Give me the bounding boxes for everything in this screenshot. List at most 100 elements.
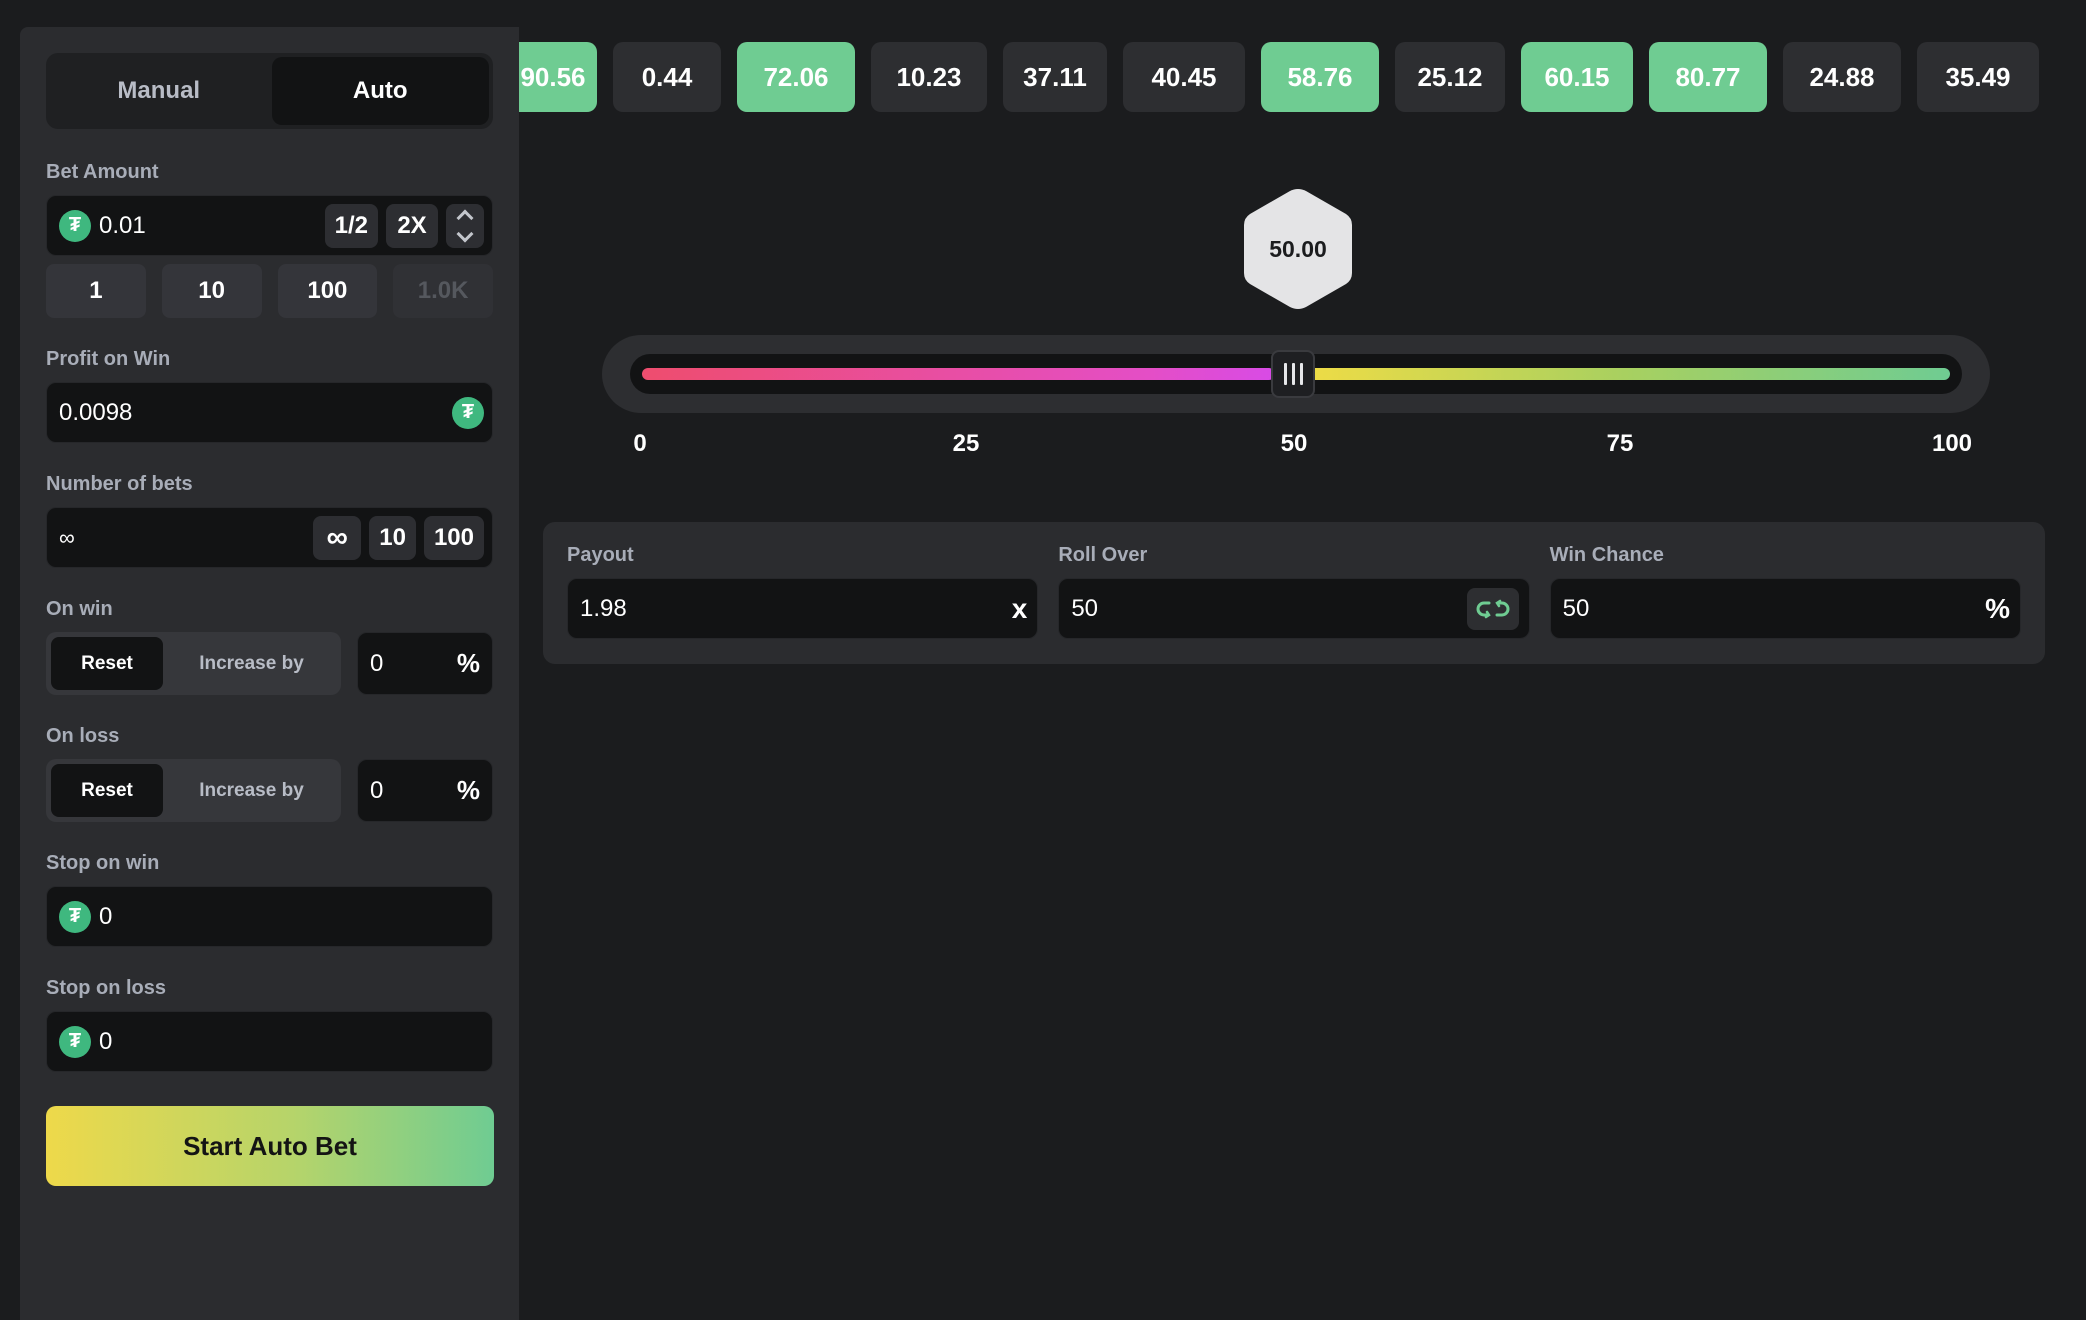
percent-sign: % bbox=[456, 775, 480, 805]
payout-field: 1.98 x bbox=[567, 578, 1039, 639]
stop-on-win-label: Stop on win bbox=[46, 852, 160, 874]
on-win-percent-field: 0 % bbox=[357, 632, 493, 695]
tick-label: 0 bbox=[633, 430, 647, 457]
on-win-mode: Reset Increase by bbox=[46, 632, 341, 695]
stop-on-win-input[interactable]: 0 bbox=[99, 903, 484, 931]
tether-coin-icon bbox=[59, 209, 91, 242]
on-loss-controls: Reset Increase by 0 % bbox=[46, 759, 493, 822]
bet-preset-1k[interactable]: 1.0K bbox=[393, 264, 493, 318]
bet-amount-label: Bet Amount bbox=[46, 161, 159, 183]
tether-coin-icon bbox=[59, 900, 91, 933]
percent-sign: % bbox=[456, 648, 480, 678]
mode-switch: Manual Auto bbox=[46, 53, 493, 129]
profit-on-win-value: 0.0098 bbox=[59, 398, 133, 426]
infinity-bets-button[interactable]: ∞ bbox=[313, 515, 362, 560]
grip-line bbox=[1299, 363, 1303, 385]
roll-over-group: Roll Over 50 bbox=[1058, 544, 1530, 642]
on-win-controls: Reset Increase by 0 % bbox=[46, 632, 493, 695]
win-chance-group: Win Chance 50 % bbox=[1549, 544, 2021, 642]
bet-preset-1[interactable]: 1 bbox=[46, 264, 146, 318]
roll-over-input[interactable]: 50 bbox=[1071, 595, 1466, 623]
win-chance-input[interactable]: 50 bbox=[1563, 595, 1985, 623]
on-loss-percent-input[interactable]: 0 bbox=[370, 777, 457, 805]
stop-on-loss-input[interactable]: 0 bbox=[99, 1028, 484, 1056]
payout-input[interactable]: 1.98 bbox=[580, 595, 1012, 623]
tick-label: 75 bbox=[1606, 430, 1634, 457]
result-chip[interactable]: 24.88 bbox=[1783, 42, 1901, 112]
tab-manual[interactable]: Manual bbox=[50, 57, 268, 125]
number-of-bets-input[interactable]: ∞ bbox=[59, 525, 305, 551]
tick-label: 100 bbox=[1931, 430, 1973, 457]
bet-presets: 1 10 100 1.0K bbox=[46, 264, 493, 318]
result-chip[interactable]: 80.77 bbox=[1649, 42, 1767, 112]
on-loss-reset-button[interactable]: Reset bbox=[51, 764, 163, 817]
roll-slider bbox=[602, 335, 1990, 413]
on-loss-percent-field: 0 % bbox=[357, 759, 493, 822]
lose-range bbox=[642, 368, 1275, 380]
bet-amount-input[interactable]: 0.01 bbox=[99, 212, 317, 240]
bets-preset-100[interactable]: 100 bbox=[423, 515, 484, 560]
result-chip[interactable]: 58.76 bbox=[1261, 42, 1379, 112]
payout-label: Payout bbox=[567, 544, 634, 566]
recent-results-track: 90.56 0.44 72.06 10.23 37.11 40.45 58.76 25.12 6… bbox=[519, 42, 2039, 112]
swap-roll-button[interactable] bbox=[1466, 587, 1519, 630]
stop-on-loss-label: Stop on loss bbox=[46, 977, 166, 999]
result-value: 50.00 bbox=[1269, 235, 1327, 262]
on-win-reset-button[interactable]: Reset bbox=[51, 637, 163, 690]
bet-params-panel: Payout 1.98 x Roll Over 50 Win Chance 50… bbox=[543, 522, 2045, 664]
profit-on-win-label: Profit on Win bbox=[46, 348, 171, 370]
on-loss-label: On loss bbox=[46, 725, 120, 747]
bets-preset-10[interactable]: 10 bbox=[369, 515, 416, 560]
win-range bbox=[1299, 368, 1950, 380]
result-chip[interactable]: 0.44 bbox=[613, 42, 721, 112]
profit-on-win-field: 0.0098 bbox=[46, 382, 493, 443]
result-chip[interactable]: 72.06 bbox=[737, 42, 855, 112]
tick-label: 25 bbox=[952, 430, 980, 457]
start-auto-bet-button[interactable]: Start Auto Bet bbox=[46, 1106, 494, 1186]
result-chip[interactable]: 35.49 bbox=[1917, 42, 2039, 112]
on-win-label: On win bbox=[46, 598, 113, 620]
number-of-bets-field: ∞ ∞ 10 100 bbox=[46, 507, 493, 568]
slider-handle[interactable] bbox=[1271, 350, 1315, 398]
result-chip[interactable]: 60.15 bbox=[1521, 42, 1633, 112]
chevron-down-icon bbox=[456, 225, 474, 242]
tab-auto[interactable]: Auto bbox=[271, 57, 489, 125]
bet-control-panel: Manual Auto Bet Amount 0.01 1/2 2X 1 10 … bbox=[20, 27, 519, 1320]
bet-stepper-button[interactable] bbox=[446, 203, 484, 248]
bet-preset-10[interactable]: 10 bbox=[161, 264, 262, 318]
result-chip[interactable]: 10.23 bbox=[871, 42, 987, 112]
roll-over-label: Roll Over bbox=[1058, 544, 1148, 566]
grip-line bbox=[1283, 363, 1287, 385]
tether-coin-icon bbox=[59, 1025, 91, 1058]
payout-group: Payout 1.98 x bbox=[567, 544, 1039, 642]
half-bet-button[interactable]: 1/2 bbox=[324, 203, 378, 248]
on-loss-increase-button[interactable]: Increase by bbox=[167, 764, 336, 817]
win-chance-field: 50 % bbox=[1549, 578, 2021, 639]
slider-scale: 0 25 50 75 100 bbox=[612, 430, 1982, 460]
stop-on-loss-field: 0 bbox=[46, 1011, 493, 1072]
on-loss-mode: Reset Increase by bbox=[46, 759, 341, 822]
bet-amount-field: 0.01 1/2 2X bbox=[46, 195, 493, 256]
bet-preset-100[interactable]: 100 bbox=[277, 264, 378, 318]
recent-results: 90.56 0.44 72.06 10.23 37.11 40.45 58.76 25.12 6… bbox=[519, 42, 2053, 114]
result-marker: 50.00 bbox=[1238, 185, 1358, 313]
tick-label: 50 bbox=[1280, 430, 1308, 457]
result-chip[interactable]: 25.12 bbox=[1395, 42, 1505, 112]
win-chance-label: Win Chance bbox=[1549, 544, 1664, 566]
grip-line bbox=[1291, 363, 1295, 385]
stop-on-win-field: 0 bbox=[46, 886, 493, 947]
tether-coin-icon bbox=[452, 396, 484, 429]
result-chip[interactable]: 90.56 bbox=[519, 42, 597, 112]
on-win-percent-input[interactable]: 0 bbox=[370, 650, 457, 678]
on-win-increase-button[interactable]: Increase by bbox=[167, 637, 336, 690]
number-of-bets-label: Number of bets bbox=[46, 473, 193, 495]
double-bet-button[interactable]: 2X bbox=[386, 203, 438, 248]
result-chip[interactable]: 37.11 bbox=[1003, 42, 1107, 112]
chevron-up-icon bbox=[456, 209, 474, 226]
percent-suffix: % bbox=[1985, 592, 2010, 624]
swap-link-icon bbox=[1476, 599, 1510, 618]
slider-track[interactable] bbox=[630, 350, 1962, 398]
result-chip[interactable]: 40.45 bbox=[1123, 42, 1245, 112]
roll-over-field: 50 bbox=[1058, 578, 1530, 639]
multiplier-suffix: x bbox=[1011, 592, 1028, 624]
